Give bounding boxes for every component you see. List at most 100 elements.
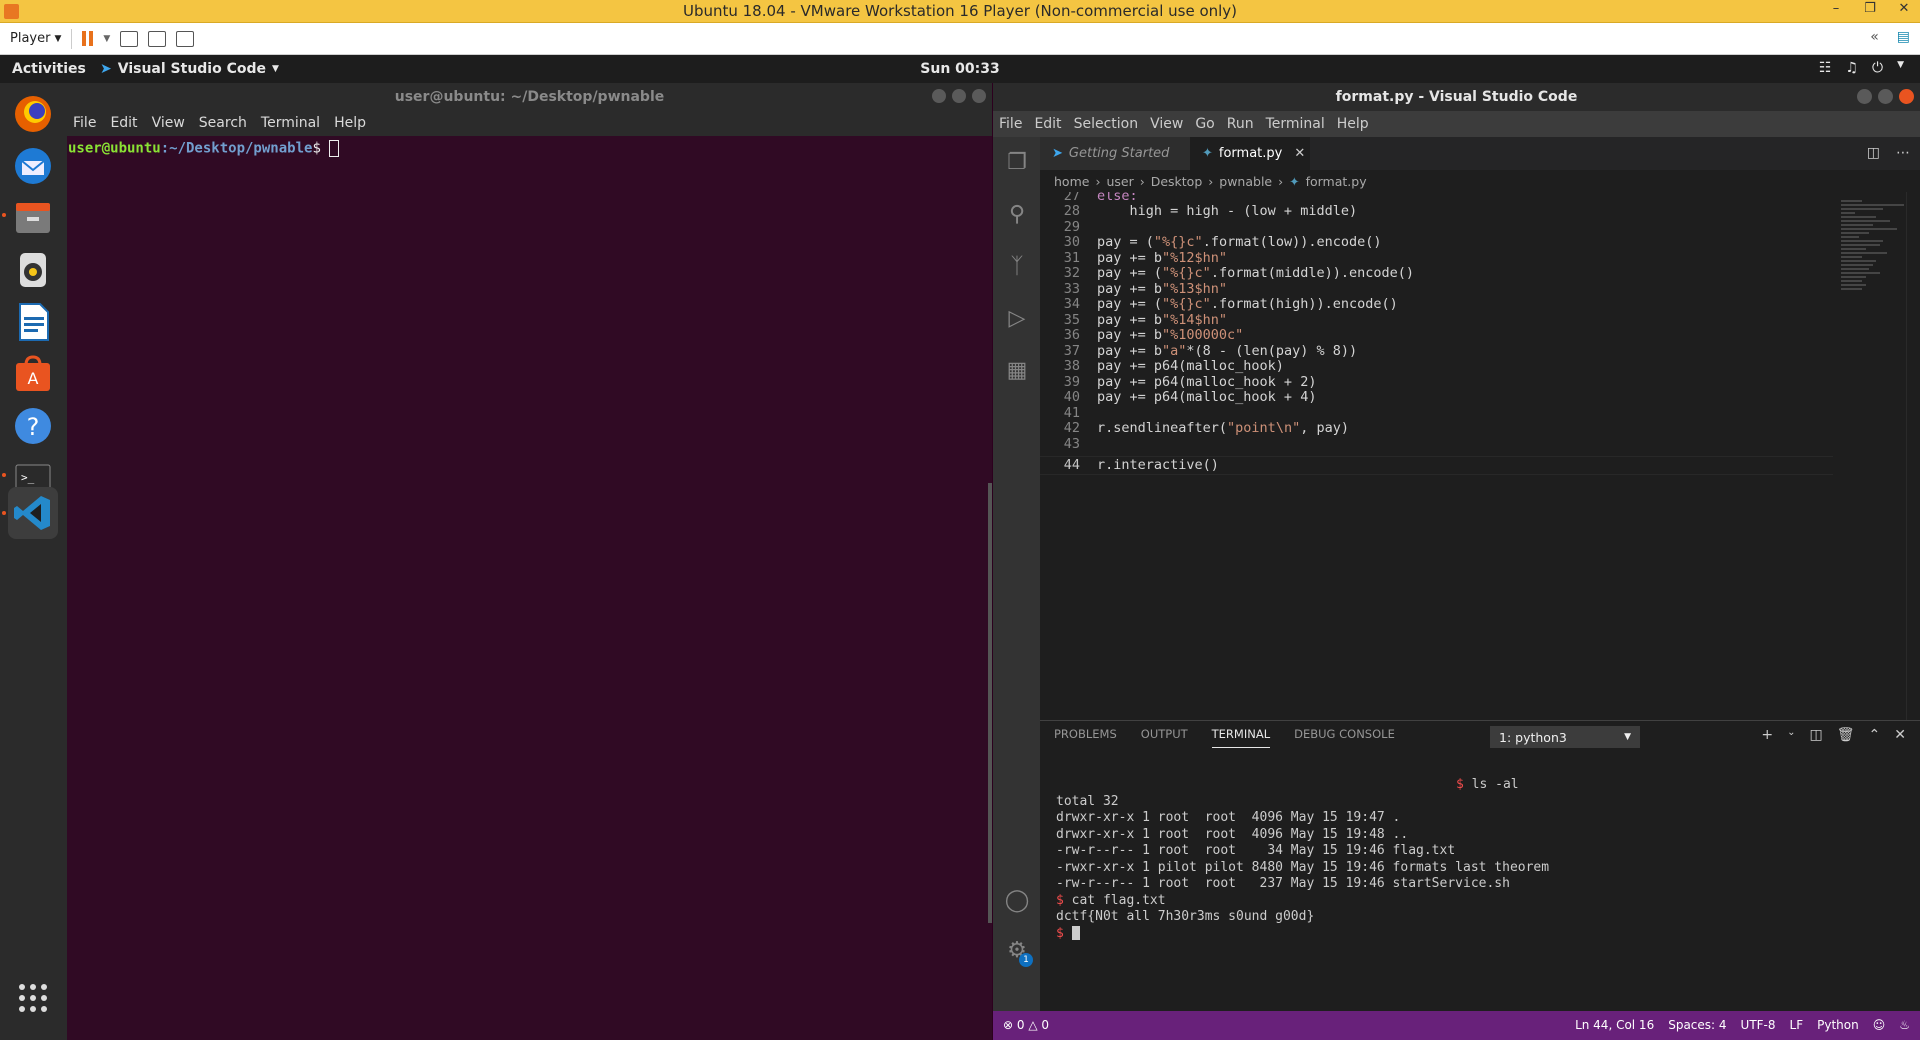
notes-icon[interactable]: ▤ <box>1897 29 1910 45</box>
firefox-icon[interactable] <box>8 89 58 139</box>
prompt-symbol: $ <box>1056 892 1072 908</box>
language-mode[interactable]: Python <box>1817 1018 1859 1032</box>
system-tray[interactable]: ☷ ♫ ⏻ ▼ <box>1819 60 1904 76</box>
terminal-select-dropdown[interactable]: 1: python3 ▼ <box>1490 726 1640 748</box>
menu-file[interactable]: File <box>73 115 96 131</box>
menu-selection[interactable]: Selection <box>1074 116 1139 132</box>
feedback-icon[interactable]: ☺ <box>1873 1018 1886 1032</box>
minimap[interactable] <box>1833 192 1920 720</box>
vscode-title-bar[interactable]: format.py - Visual Studio Code <box>993 83 1920 111</box>
unity-icon[interactable] <box>176 30 195 47</box>
terminal-body[interactable]: user@ubuntu:~/Desktop/pwnable$ <box>67 136 992 1040</box>
breadcrumb-pwnable[interactable]: pwnable <box>1219 174 1272 189</box>
menu-help[interactable]: Help <box>334 115 366 131</box>
send-ctrl-alt-del-icon[interactable] <box>120 30 139 47</box>
search-icon[interactable]: ⚲ <box>1003 201 1031 229</box>
collapse-icon[interactable]: « <box>1870 29 1879 45</box>
terminal-line: $ cat flag.txt <box>1056 893 1906 910</box>
running-indicator <box>2 213 6 217</box>
maximize-panel-icon[interactable]: ⌃ <box>1869 727 1881 743</box>
tab-terminal[interactable]: TERMINAL <box>1211 727 1271 748</box>
terminal-title: user@ubuntu: ~/Desktop/pwnable <box>394 88 665 105</box>
indentation[interactable]: Spaces: 4 <box>1668 1018 1726 1032</box>
breadcrumb-desktop[interactable]: Desktop <box>1151 174 1203 189</box>
cursor-position[interactable]: Ln 44, Col 16 <box>1575 1018 1654 1032</box>
integrated-terminal-output[interactable]: $ ls -al total 32 drwxr-xr-x 1 root root 4… <box>1056 777 1906 942</box>
terminal-window: user@ubuntu: ~/Desktop/pwnable File Edit… <box>67 83 992 1040</box>
problems-status[interactable]: ⊗ 0 △ 0 <box>1003 1018 1049 1032</box>
close-icon[interactable]: ✕ <box>1896 1 1912 16</box>
code-line: 44 r.interactive() <box>1040 456 1833 475</box>
settings-gear-icon[interactable]: ⚙ 1 <box>1003 937 1033 967</box>
breadcrumb-file[interactable]: format.py <box>1306 174 1367 189</box>
breadcrumb-home[interactable]: home <box>1054 174 1089 189</box>
libreoffice-writer-icon[interactable] <box>8 297 58 347</box>
tab-problems[interactable]: PROBLEMS <box>1054 727 1117 748</box>
vmware-toolbar-right: « ▤ <box>1870 29 1910 45</box>
extensions-icon[interactable]: ▦ <box>1003 357 1031 385</box>
restore-icon[interactable]: ❐ <box>1862 1 1878 16</box>
menu-run[interactable]: Run <box>1227 116 1254 132</box>
menu-go[interactable]: Go <box>1195 116 1214 132</box>
dock: A ? >_ <box>0 83 67 1040</box>
chevron-down-icon: ▼ <box>1897 60 1904 70</box>
menu-edit[interactable]: Edit <box>1034 116 1061 132</box>
terminal-title-bar[interactable]: user@ubuntu: ~/Desktop/pwnable <box>67 83 992 110</box>
menu-file[interactable]: File <box>999 116 1022 132</box>
menu-search[interactable]: Search <box>199 115 247 131</box>
help-icon[interactable]: ? <box>8 401 58 451</box>
more-actions-icon[interactable]: ⋯ <box>1896 145 1910 161</box>
trash-icon[interactable]: 🗑 <box>1837 727 1855 743</box>
code-editor[interactable]: 27 else: 28 high = high - (low + middle) … <box>1040 192 1833 720</box>
menu-edit[interactable]: Edit <box>110 115 137 131</box>
end-of-line[interactable]: LF <box>1790 1018 1804 1032</box>
chevron-down-icon[interactable]: ⌄ <box>1787 727 1795 743</box>
explorer-icon[interactable]: ❐ <box>1003 149 1031 177</box>
breadcrumb-user[interactable]: user <box>1106 174 1133 189</box>
split-terminal-icon[interactable]: ◫ <box>1810 727 1823 743</box>
full-screen-icon[interactable] <box>148 30 167 47</box>
maximize-icon[interactable] <box>1878 89 1893 104</box>
source-control-icon[interactable]: ᛉ <box>1003 253 1031 281</box>
vmware-window-controls: – ❐ ✕ <box>1828 1 1912 16</box>
close-icon[interactable]: ✕ <box>1294 146 1305 161</box>
account-icon[interactable]: ◯ <box>1003 887 1031 915</box>
prompt-symbol: $ <box>1056 925 1072 941</box>
editor-scrollbar[interactable] <box>1906 192 1920 720</box>
menu-terminal[interactable]: Terminal <box>1266 116 1325 132</box>
maximize-icon[interactable] <box>952 89 966 103</box>
show-applications-icon[interactable] <box>8 973 58 1023</box>
minimize-icon[interactable] <box>932 89 946 103</box>
terminal-line: $ ls -al <box>1056 777 1906 794</box>
tab-debug-console[interactable]: DEBUG CONSOLE <box>1294 727 1395 748</box>
terminal-scrollbar[interactable] <box>988 483 992 923</box>
pause-icon[interactable] <box>82 31 94 46</box>
minimize-icon[interactable]: – <box>1828 1 1844 16</box>
tab-getting-started[interactable]: ➤ Getting Started <box>1040 137 1190 170</box>
close-panel-icon[interactable]: ✕ <box>1894 727 1906 743</box>
files-icon[interactable] <box>8 193 58 243</box>
code-text: r.interactive() <box>1097 457 1219 473</box>
new-terminal-icon[interactable]: + <box>1761 727 1773 743</box>
running-indicator <box>2 511 6 515</box>
tab-format-py[interactable]: ✦ format.py ✕ <box>1190 137 1310 170</box>
minimize-icon[interactable] <box>1857 89 1872 104</box>
ubuntu-software-icon[interactable]: A <box>8 349 58 399</box>
thunderbird-icon[interactable] <box>8 141 58 191</box>
menu-help[interactable]: Help <box>1337 116 1369 132</box>
menu-view[interactable]: View <box>152 115 185 131</box>
player-menu-button[interactable]: Player ▼ <box>10 31 61 46</box>
close-icon[interactable] <box>972 89 986 103</box>
menu-terminal[interactable]: Terminal <box>261 115 320 131</box>
menu-view[interactable]: View <box>1150 116 1183 132</box>
notifications-bell-icon[interactable]: ♨ <box>1899 1018 1910 1032</box>
clock[interactable]: Sun 00:33 <box>0 61 1920 77</box>
vscode-dock-icon[interactable] <box>8 487 58 539</box>
encoding[interactable]: UTF-8 <box>1741 1018 1776 1032</box>
chevron-down-icon[interactable]: ▼ <box>103 34 110 44</box>
rhythmbox-icon[interactable] <box>8 245 58 295</box>
tab-output[interactable]: OUTPUT <box>1141 727 1188 748</box>
run-debug-icon[interactable]: ▷ <box>1003 305 1031 333</box>
split-editor-icon[interactable]: ◫ <box>1867 145 1880 161</box>
close-icon[interactable] <box>1899 89 1914 104</box>
